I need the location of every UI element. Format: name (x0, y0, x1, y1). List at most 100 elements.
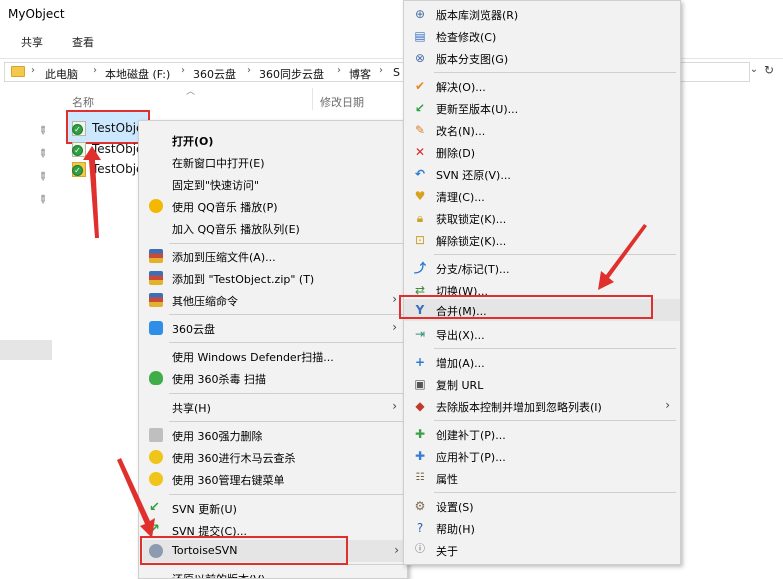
ribbon-tab-view[interactable]: 查看 (72, 34, 94, 50)
breadcrumb-separator: › (181, 65, 185, 76)
add-icon: + (414, 355, 426, 369)
breadcrumb-s[interactable]: S (393, 66, 400, 79)
menu-item-release-lock[interactable]: ⊡ 解除锁定(K)... (404, 229, 680, 251)
window-title: MyObject (8, 7, 65, 21)
menu-item-apply-patch[interactable]: ✚ 应用补丁(P)... (404, 445, 680, 467)
check-modifications-icon: ▤ (414, 29, 426, 43)
menu-item-pin-quick-access[interactable]: 固定到"快速访问" (139, 173, 407, 195)
menu-item-defender-scan[interactable]: 使用 Windows Defender扫描... (139, 345, 407, 367)
help-icon: ? (416, 521, 424, 535)
create-patch-icon: ✚ (414, 427, 426, 441)
context-menu: 打开(O) 在新窗口中打开(E) 固定到"快速访问" 使用 QQ音乐 播放(P)… (138, 120, 408, 579)
menu-item-copy-url[interactable]: ▣ 复制 URL (404, 373, 680, 395)
menu-item-label: 解除锁定(K)... (436, 235, 507, 248)
menu-item-restore-previous[interactable]: 还原以前的版本(V) (139, 567, 407, 578)
menu-item-label: 属性 (436, 473, 458, 486)
menu-item-unversion-ignore[interactable]: ◆ 去除版本控制并增加到忽略列表(I) › (404, 395, 680, 417)
menu-item-label: 使用 360强力删除 (172, 430, 263, 443)
chevron-down-icon[interactable]: ⌄ (748, 64, 760, 80)
menu-item-label: 更新至版本(U)... (436, 103, 519, 116)
menu-item-branch-tag[interactable]: ⤴ 分支/标记(T)... (404, 257, 680, 279)
menu-item-share[interactable]: 共享(H) › (139, 396, 407, 418)
menu-item-qq-music-play[interactable]: 使用 QQ音乐 播放(P) (139, 195, 407, 217)
menu-item-label: 切换(W)... (436, 285, 488, 298)
ribbon-tab-share[interactable]: 共享 (21, 34, 43, 50)
menu-item-360-cloud[interactable]: 360云盘 › (139, 317, 407, 339)
menu-separator (169, 494, 403, 495)
menu-item-repo-browser[interactable]: ⊕ 版本库浏览器(R) (404, 3, 680, 25)
column-header-name[interactable]: 名称 (72, 94, 94, 110)
menu-item-check-modifications[interactable]: ▤ 检查修改(C) (404, 25, 680, 47)
menu-item-help[interactable]: ? 帮助(H) (404, 517, 680, 539)
menu-separator (434, 254, 676, 255)
menu-item-label: 复制 URL (436, 379, 484, 392)
pin-icon[interactable]: ✎ (35, 169, 51, 185)
menu-item-about[interactable]: ⓘ 关于 (404, 539, 680, 561)
menu-item-qq-music-queue[interactable]: 加入 QQ音乐 播放队列(E) (139, 217, 407, 239)
menu-item-360-trojan-scan[interactable]: 使用 360进行木马云查杀 (139, 446, 407, 468)
menu-item-switch[interactable]: ⇄ 切换(W)... (404, 279, 680, 301)
menu-item-svn-commit[interactable]: ↗ SVN 提交(C)... (139, 519, 407, 541)
menu-item-cleanup[interactable]: ♥ 清理(C)... (404, 185, 680, 207)
menu-item-add-archive[interactable]: 添加到压缩文件(A)... (139, 245, 407, 267)
menu-item-360-manage-menu[interactable]: 使用 360管理右键菜单 (139, 468, 407, 490)
menu-item-svn-revert[interactable]: ↶ SVN 还原(V)... (404, 163, 680, 185)
column-header-modified[interactable]: 修改日期 (320, 94, 364, 110)
menu-item-label: 添加到压缩文件(A)... (172, 251, 276, 264)
breadcrumb-360-sync[interactable]: 360同步云盘 (259, 66, 324, 82)
pin-icon[interactable]: ✎ (35, 192, 51, 208)
menu-separator (169, 342, 403, 343)
menu-item-label: SVN 更新(U) (172, 503, 237, 516)
cleanup-icon: ♥ (414, 189, 426, 203)
menu-item-label: 分支/标记(T)... (436, 263, 510, 276)
menu-item-get-lock[interactable]: 🔒︎ 获取锁定(K)... (404, 207, 680, 229)
menu-item-label: SVN 还原(V)... (436, 169, 511, 182)
menu-item-label: 使用 360管理右键菜单 (172, 474, 285, 487)
breadcrumb-360-cloud[interactable]: 360云盘 (193, 66, 236, 82)
refresh-icon[interactable]: ↻ (764, 63, 774, 77)
menu-item-other-compress[interactable]: 其他压缩命令 › (139, 289, 407, 311)
column-divider[interactable] (312, 88, 313, 110)
menu-item-label: 版本库浏览器(R) (436, 9, 519, 22)
pin-icon[interactable]: ✎ (35, 146, 51, 162)
file-name: TestObje (92, 121, 144, 135)
menu-item-label: 去除版本控制并增加到忽略列表(I) (436, 401, 602, 414)
nav-pane-selected-item[interactable] (0, 340, 52, 360)
menu-item-revision-graph[interactable]: ⊗ 版本分支图(G) (404, 47, 680, 69)
menu-item-open[interactable]: 打开(O) (139, 129, 407, 151)
menu-item-label: 应用补丁(P)... (436, 451, 506, 464)
menu-item-export[interactable]: ⇥ 导出(X)... (404, 323, 680, 345)
menu-item-resolve[interactable]: ✔ 解决(O)... (404, 75, 680, 97)
menu-item-svn-update[interactable]: ↙ SVN 更新(U) (139, 497, 407, 519)
menu-item-label: 共享(H) (172, 402, 211, 415)
menu-item-open-new-window[interactable]: 在新窗口中打开(E) (139, 151, 407, 173)
menu-item-add-zip[interactable]: 添加到 "TestObject.zip" (T) (139, 267, 407, 289)
menu-item-add[interactable]: + 增加(A)... (404, 351, 680, 373)
merge-icon: Y (415, 303, 425, 317)
menu-item-update-to-revision[interactable]: ↙ 更新至版本(U)... (404, 97, 680, 119)
breadcrumb-blog[interactable]: 博客 (349, 66, 371, 82)
menu-item-rename[interactable]: ✎ 改名(N)... (404, 119, 680, 141)
menu-item-create-patch[interactable]: ✚ 创建补丁(P)... (404, 423, 680, 445)
menu-separator (434, 72, 676, 73)
about-icon: ⓘ (415, 544, 425, 555)
menu-item-properties[interactable]: ☷ 属性 (404, 467, 680, 489)
breadcrumb-separator: › (93, 65, 97, 76)
menu-item-label: 打开(O) (172, 135, 214, 148)
breadcrumb-drive-f[interactable]: 本地磁盘 (F:) (105, 66, 170, 82)
pin-icon[interactable]: ✎ (35, 123, 51, 139)
revision-graph-icon: ⊗ (414, 51, 426, 65)
svn-update-icon: ↙ (149, 500, 160, 515)
breadcrumb-separator: › (379, 65, 383, 76)
menu-item-tortoisesvn[interactable]: TortoiseSVN › (143, 540, 405, 562)
menu-item-360-antivirus[interactable]: 使用 360杀毒 扫描 (139, 367, 407, 389)
menu-item-label: 获取锁定(K)... (436, 213, 507, 226)
breadcrumb-separator: › (31, 65, 35, 76)
breadcrumb-this-pc[interactable]: 此电脑 (45, 66, 78, 82)
menu-item-label: 使用 360杀毒 扫描 (172, 373, 266, 386)
menu-item-settings[interactable]: ⚙ 设置(S) (404, 495, 680, 517)
menu-item-delete[interactable]: ✕ 删除(D) (404, 141, 680, 163)
menu-item-merge[interactable]: Y 合并(M)... (404, 299, 680, 321)
qq-music-icon (149, 199, 163, 213)
menu-item-360-force-delete[interactable]: 使用 360强力删除 (139, 424, 407, 446)
